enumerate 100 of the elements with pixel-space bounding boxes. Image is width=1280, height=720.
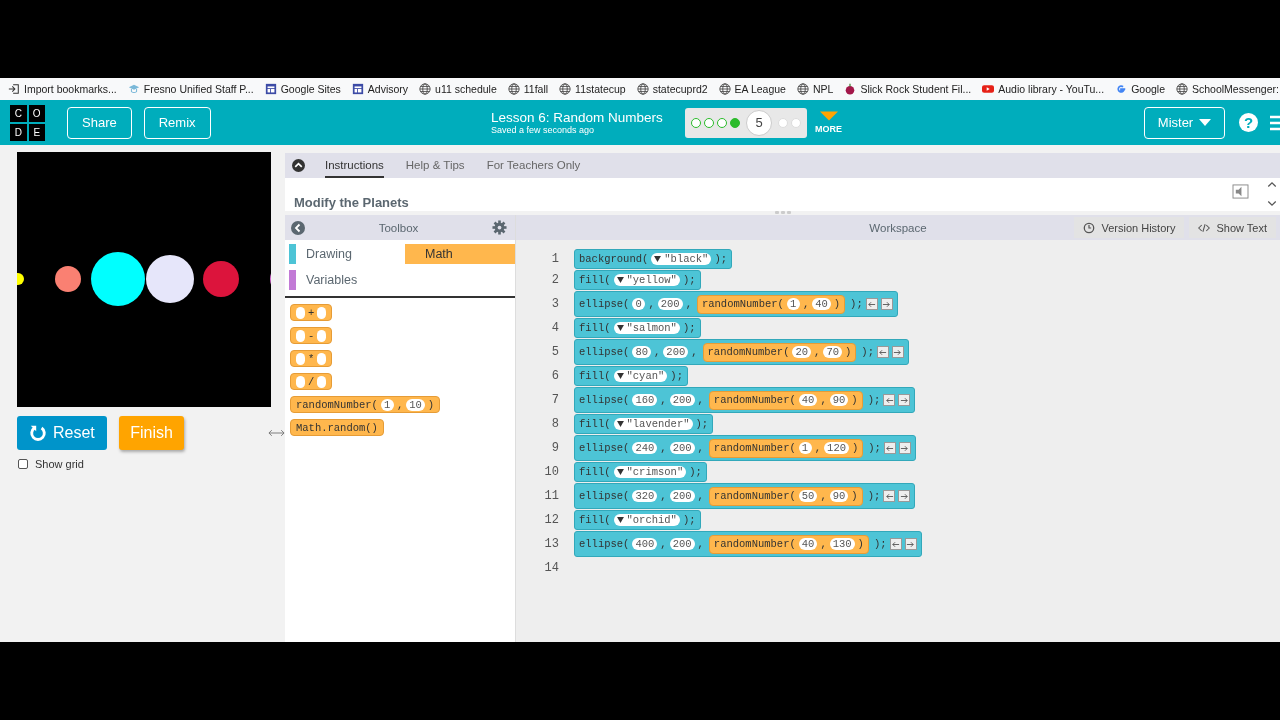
number-slot[interactable]: 200 xyxy=(669,490,695,502)
number-slot[interactable]: 120 xyxy=(824,442,849,454)
code-block[interactable]: fill( "salmon" ); xyxy=(574,318,701,338)
code-block[interactable]: ellipse( 240 , 200 , randomNumber( 1 , 120 ) ); xyxy=(574,435,916,461)
code-block[interactable]: ellipse( 400 , 200 , randomNumber( 40 , 130 ) ); xyxy=(574,531,922,557)
remove-argument-button[interactable] xyxy=(889,538,902,550)
code-block[interactable]: fill( "yellow" ); xyxy=(574,270,701,290)
add-argument-button[interactable] xyxy=(898,490,911,502)
bookmark[interactable]: EA League xyxy=(718,83,786,95)
number-slot[interactable]: 400 xyxy=(632,538,658,550)
add-argument-button[interactable] xyxy=(898,394,911,406)
add-argument-button[interactable] xyxy=(880,298,893,310)
speaker-icon[interactable] xyxy=(1232,184,1249,199)
math-block[interactable]: randomNumber( 1 , 10 ) xyxy=(290,396,441,413)
random-number-block[interactable]: randomNumber( 1 , 120 ) xyxy=(708,438,864,458)
number-slot[interactable]: 200 xyxy=(669,538,695,550)
number-slot[interactable]: 200 xyxy=(657,298,683,310)
number-slot[interactable]: 40 xyxy=(812,298,831,310)
number-slot[interactable]: 1 xyxy=(786,298,800,310)
number-slot[interactable]: 320 xyxy=(632,490,658,502)
bookmark[interactable]: Advisory xyxy=(351,83,409,95)
code-block[interactable]: ellipse( 160 , 200 , randomNumber( 40 , 90 ) ); xyxy=(574,387,916,413)
number-slot[interactable]: 90 xyxy=(829,394,849,406)
bookmark[interactable]: NPL xyxy=(796,83,834,95)
dropdown-slot[interactable]: "salmon" xyxy=(613,322,680,334)
number-slot[interactable]: 1 xyxy=(798,442,812,454)
instructions-tab[interactable]: Help & Tips xyxy=(405,153,465,178)
code-block[interactable]: ellipse( 80 , 200 , randomNumber( 20 , 70 ) ); xyxy=(574,339,909,365)
workspace-button[interactable]: Show Text xyxy=(1189,217,1276,238)
remove-argument-button[interactable] xyxy=(883,442,896,454)
number-slot[interactable]: 0 xyxy=(632,298,646,310)
bookmark[interactable]: Audio library - YouTu... xyxy=(982,83,1105,95)
current-level-bubble[interactable]: 5 xyxy=(746,109,772,136)
random-number-block[interactable]: randomNumber( 40 , 130 ) xyxy=(708,534,869,554)
code-block[interactable]: fill( "cyan" ); xyxy=(574,366,688,386)
number-slot[interactable]: 40 xyxy=(798,394,818,406)
add-argument-button[interactable] xyxy=(891,346,904,358)
remove-argument-button[interactable] xyxy=(876,346,889,358)
code-block[interactable]: background( "black" ); xyxy=(574,249,733,269)
category-item[interactable]: Drawing xyxy=(289,244,399,264)
dropdown-slot[interactable]: "black" xyxy=(651,253,712,265)
settings-icon[interactable] xyxy=(492,220,507,235)
level-dot[interactable] xyxy=(704,117,714,128)
code-block[interactable]: fill( "crimson" ); xyxy=(574,462,707,482)
bookmark[interactable]: Slick Rock Student Fil... xyxy=(844,83,972,95)
instructions-tab[interactable]: Instructions xyxy=(325,153,384,178)
dropdown-slot[interactable]: "yellow" xyxy=(613,274,680,286)
number-slot[interactable]: 130 xyxy=(829,538,855,550)
bookmark[interactable]: 11statecup xyxy=(559,83,626,95)
number-slot[interactable]: 70 xyxy=(823,346,842,358)
number-slot[interactable]: 200 xyxy=(663,346,689,358)
category-item[interactable]: Math xyxy=(405,244,515,264)
workspace-button[interactable]: Version History xyxy=(1074,217,1185,238)
number-slot[interactable]: 40 xyxy=(798,538,818,550)
code-logo[interactable]: C O D E xyxy=(10,104,45,141)
menu-icon[interactable] xyxy=(1270,113,1280,132)
number-slot[interactable]: 90 xyxy=(829,490,849,502)
add-argument-button[interactable] xyxy=(898,442,911,454)
remove-argument-button[interactable] xyxy=(883,490,896,502)
random-number-block[interactable]: randomNumber( 50 , 90 ) xyxy=(708,486,863,506)
dropdown-slot[interactable]: "lavender" xyxy=(613,418,693,430)
back-icon[interactable] xyxy=(291,220,305,235)
bookmark[interactable]: Fresno Unified Staff P... xyxy=(127,83,254,95)
resize-handle-icon[interactable] xyxy=(268,429,285,437)
bookmark[interactable]: Google xyxy=(1115,83,1165,95)
random-number-block[interactable]: randomNumber( 20 , 70 ) xyxy=(702,342,857,362)
number-slot[interactable]: 10 xyxy=(406,398,425,411)
bookmark[interactable]: statecuprd2 xyxy=(636,83,708,95)
bookmark[interactable]: Import bookmarks... xyxy=(8,83,117,95)
code-block[interactable]: fill( "lavender" ); xyxy=(574,414,714,434)
level-dot[interactable] xyxy=(691,117,701,128)
show-grid-checkbox[interactable] xyxy=(18,459,28,469)
add-argument-button[interactable] xyxy=(904,538,917,550)
number-slot[interactable]: 80 xyxy=(632,346,652,358)
math-block[interactable]: Math.random() xyxy=(290,419,384,436)
level-dot[interactable] xyxy=(730,117,740,128)
code-block[interactable]: ellipse( 0 , 200 , randomNumber( 1 , 40 ) ); xyxy=(574,291,898,317)
number-slot[interactable]: 240 xyxy=(632,442,658,454)
number-slot[interactable]: 200 xyxy=(669,442,695,454)
dropdown-slot[interactable]: "orchid" xyxy=(613,514,680,526)
bookmark[interactable]: Google Sites xyxy=(264,83,341,95)
scrollbar-arrows-icon[interactable] xyxy=(1267,180,1277,208)
level-dot[interactable] xyxy=(717,117,727,128)
bookmark[interactable]: 11fall xyxy=(507,83,549,95)
number-slot[interactable]: 200 xyxy=(669,394,695,406)
number-slot[interactable]: 160 xyxy=(632,394,658,406)
random-number-block[interactable]: randomNumber( 40 , 90 ) xyxy=(708,390,863,410)
code-block[interactable]: fill( "orchid" ); xyxy=(574,510,701,530)
remove-argument-button[interactable] xyxy=(865,298,878,310)
category-item[interactable]: Variables xyxy=(289,270,399,290)
dropdown-slot[interactable]: "cyan" xyxy=(613,370,668,382)
instructions-tab[interactable]: For Teachers Only xyxy=(486,153,581,178)
number-slot[interactable]: 20 xyxy=(792,346,812,358)
code-block[interactable]: ellipse( 320 , 200 , randomNumber( 50 , 90 ) ); xyxy=(574,483,916,509)
number-slot[interactable]: 50 xyxy=(798,490,818,502)
dropdown-slot[interactable]: "crimson" xyxy=(613,466,687,478)
remove-argument-button[interactable] xyxy=(883,394,896,406)
bookmark[interactable]: u11 schedule xyxy=(419,83,497,95)
collapse-icon[interactable] xyxy=(292,159,305,172)
random-number-block[interactable]: randomNumber( 1 , 40 ) xyxy=(696,294,846,314)
